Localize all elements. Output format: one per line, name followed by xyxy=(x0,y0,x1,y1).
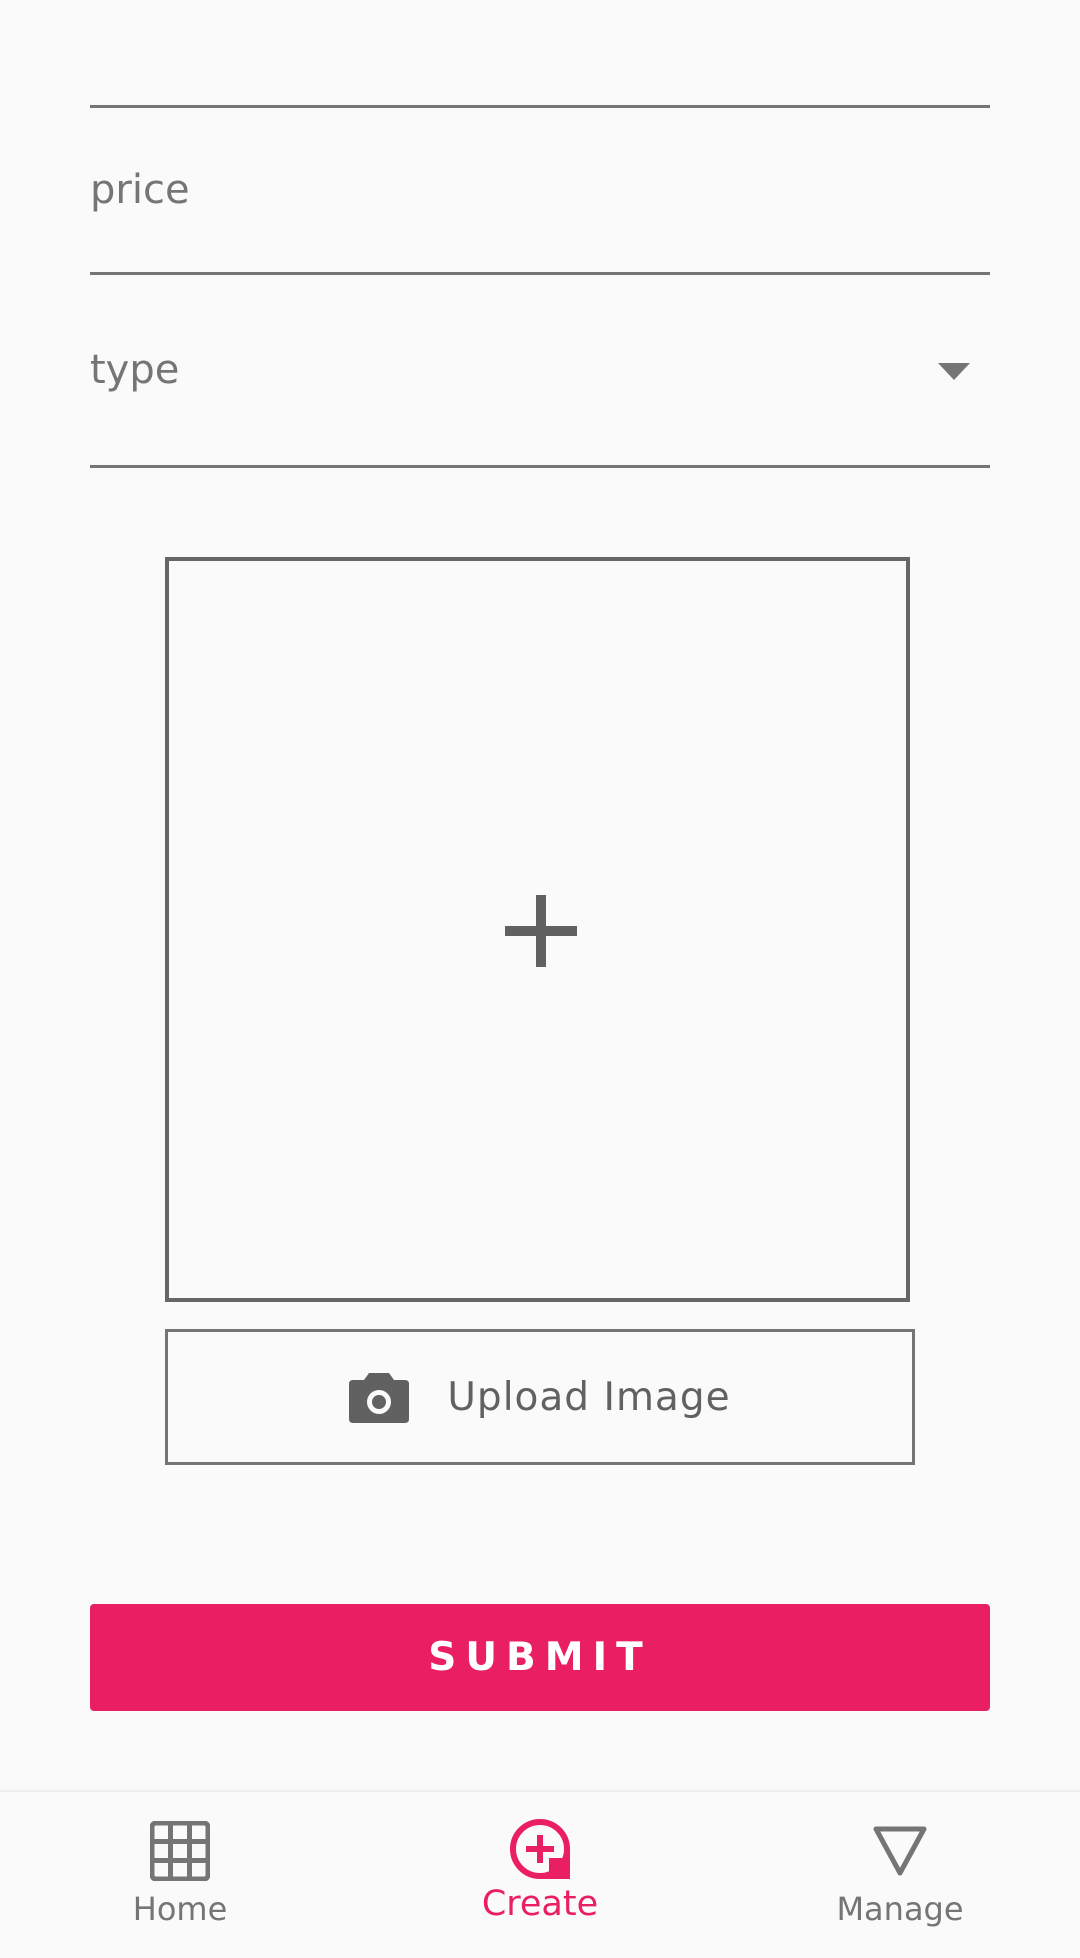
grid-icon xyxy=(150,1821,210,1881)
type-field-underline xyxy=(90,465,990,468)
triangle-down-icon xyxy=(873,1826,927,1876)
dropdown-arrow-icon[interactable] xyxy=(938,363,970,380)
nav-item-manage[interactable]: Manage xyxy=(720,1792,1080,1958)
plus-icon[interactable] xyxy=(505,895,577,967)
submit-label: SUBMIT xyxy=(428,1635,652,1680)
price-field-underline xyxy=(90,272,990,275)
bottom-navigation-bar: Home Create Manage xyxy=(0,1790,1080,1958)
upload-image-button[interactable]: Upload Image xyxy=(165,1329,915,1465)
upload-image-label: Upload Image xyxy=(447,1374,731,1420)
nav-item-home[interactable]: Home xyxy=(0,1792,360,1958)
nav-item-create[interactable]: Create xyxy=(360,1792,720,1958)
camera-icon xyxy=(349,1373,410,1423)
nav-label-home: Home xyxy=(132,1890,228,1928)
nav-label-manage: Manage xyxy=(836,1890,964,1928)
submit-button[interactable]: SUBMIT xyxy=(90,1604,990,1711)
previous-field-underline[interactable] xyxy=(90,105,990,108)
type-placeholder: type xyxy=(90,347,180,393)
add-circle-icon xyxy=(510,1819,570,1879)
nav-label-create: Create xyxy=(481,1884,599,1924)
create-listing-screen: price type Upload Image SUBMIT Home Crea… xyxy=(0,0,1080,1958)
price-placeholder: price xyxy=(90,167,190,213)
